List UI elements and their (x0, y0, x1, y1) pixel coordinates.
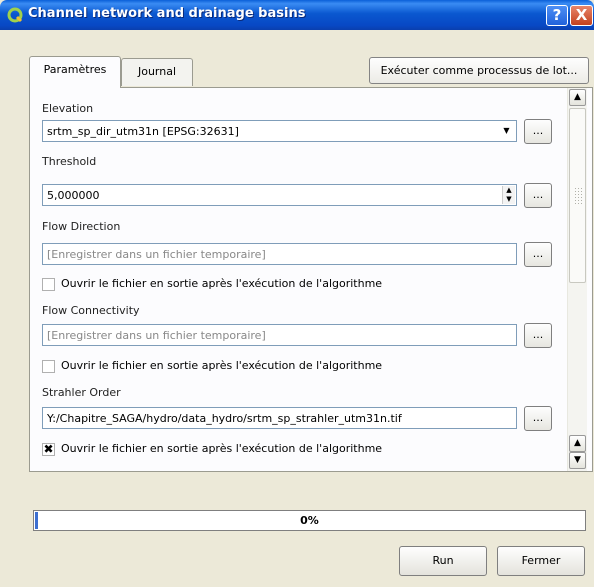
threshold-spinbox[interactable]: 5,000000 ▲ ▼ (42, 184, 517, 206)
flow-direction-label: Flow Direction (42, 220, 121, 233)
threshold-value: 5,000000 (47, 189, 100, 202)
scroll-down-arrow-icon[interactable]: ▼ (569, 452, 586, 469)
elevation-label: Elevation (42, 102, 94, 115)
progress-text: 0% (300, 514, 319, 527)
threshold-browse-button[interactable]: ... (524, 183, 552, 208)
strahler-order-label: Strahler Order (42, 386, 121, 399)
flow-direction-open-label: Ouvrir le fichier en sortie après l'exéc… (61, 277, 383, 290)
progress-fill (35, 512, 38, 529)
help-button[interactable]: ? (546, 5, 568, 26)
tab-journal[interactable]: Journal (121, 58, 193, 86)
spin-arrows-icon[interactable]: ▲ ▼ (502, 186, 515, 204)
scrollbar-thumb[interactable] (569, 108, 586, 283)
title-bar[interactable]: Channel network and drainage basins ? X (0, 0, 594, 30)
strahler-order-output[interactable]: Y:/Chapitre_SAGA/hydro/data_hydro/srtm_s… (42, 407, 517, 429)
flow-direction-output[interactable]: [Enregistrer dans un fichier temporaire] (42, 243, 517, 265)
strahler-order-value: Y:/Chapitre_SAGA/hydro/data_hydro/srtm_s… (47, 412, 402, 425)
strahler-order-browse-button[interactable]: ... (524, 406, 552, 431)
flow-direction-open-checkbox[interactable] (42, 278, 55, 291)
flow-connectivity-open-checkbox[interactable] (42, 360, 55, 373)
flow-connectivity-placeholder: [Enregistrer dans un fichier temporaire] (47, 329, 266, 342)
chevron-down-icon[interactable]: ▼ (499, 123, 514, 139)
flow-direction-browse-button[interactable]: ... (524, 242, 552, 267)
threshold-label: Threshold (42, 155, 97, 168)
close-window-button[interactable]: X (570, 5, 593, 26)
grip-icon (574, 187, 582, 205)
progress-bar: 0% (33, 510, 586, 531)
fermer-button[interactable]: Fermer (497, 546, 585, 576)
batch-process-button[interactable]: Exécuter comme processus de lot... (369, 57, 589, 84)
elevation-browse-button[interactable]: ... (524, 119, 552, 144)
elevation-select[interactable]: srtm_sp_dir_utm31n [EPSG:32631] ▼ (42, 120, 517, 142)
qgis-icon (7, 7, 23, 23)
vertical-scrollbar[interactable]: ▲ ▲ ▼ (567, 88, 587, 471)
flow-connectivity-output[interactable]: [Enregistrer dans un fichier temporaire] (42, 324, 517, 346)
window-title: Channel network and drainage basins (28, 6, 306, 21)
flow-connectivity-browse-button[interactable]: ... (524, 323, 552, 348)
scroll-up-arrow-icon-lower[interactable]: ▲ (569, 435, 586, 452)
scroll-up-arrow-icon[interactable]: ▲ (569, 89, 586, 106)
flow-connectivity-open-label: Ouvrir le fichier en sortie après l'exéc… (61, 359, 383, 372)
elevation-value: srtm_sp_dir_utm31n [EPSG:32631] (47, 125, 239, 138)
strahler-order-open-label: Ouvrir le fichier en sortie après l'exéc… (61, 442, 383, 455)
run-button[interactable]: Run (399, 546, 487, 576)
tab-parametres[interactable]: Paramètres (29, 56, 121, 88)
flow-direction-placeholder: [Enregistrer dans un fichier temporaire] (47, 248, 266, 261)
flow-connectivity-label: Flow Connectivity (42, 304, 140, 317)
parameters-panel: Elevation srtm_sp_dir_utm31n [EPSG:32631… (29, 87, 593, 472)
strahler-order-open-checkbox[interactable]: ✖ (42, 443, 55, 456)
